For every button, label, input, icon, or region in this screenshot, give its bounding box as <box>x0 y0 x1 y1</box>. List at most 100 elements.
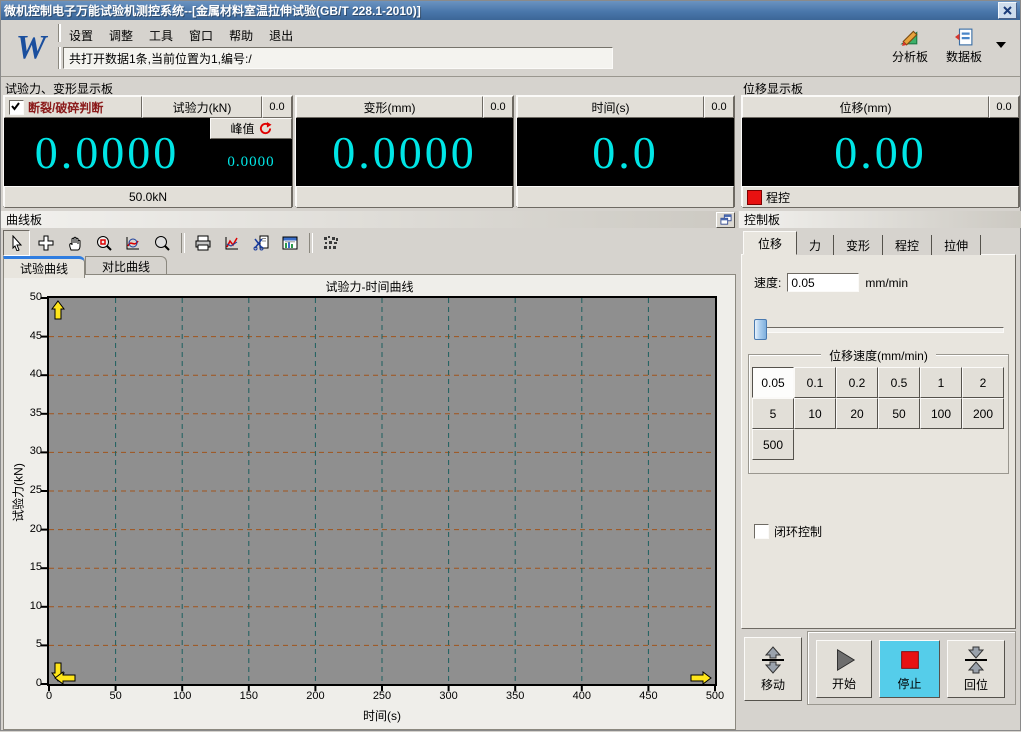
plot-area[interactable] <box>41 296 717 691</box>
return-arrows-icon <box>965 646 987 673</box>
menu-exit[interactable]: 退出 <box>263 25 299 43</box>
speed-preset-button[interactable]: 10 <box>794 398 836 429</box>
data-board-label: 数据板 <box>945 50 982 64</box>
speed-slider-thumb[interactable] <box>754 319 767 340</box>
menu-bar: 设置 调整 工具 窗口 帮助 退出 <box>63 25 299 43</box>
speed-input[interactable] <box>787 273 860 292</box>
tab-force[interactable]: 力 <box>797 235 835 255</box>
menu-help[interactable]: 帮助 <box>223 25 259 43</box>
force-value-display: 0.0000 <box>4 118 210 186</box>
closed-loop-label: 闭环控制 <box>774 525 823 539</box>
move-label: 移动 <box>760 677 785 692</box>
deform-mini-value: 0.0 <box>483 96 513 118</box>
return-button[interactable]: 回位 <box>947 640 1005 698</box>
move-updown-icon <box>762 645 784 674</box>
cursor-tool-button[interactable] <box>3 230 30 256</box>
speed-preset-button[interactable]: 0.05 <box>752 367 794 398</box>
speed-preset-button[interactable]: 0.1 <box>794 367 836 398</box>
separator <box>58 47 61 69</box>
plot-gridlines <box>41 297 716 691</box>
app-window: 微机控制电子万能试验机测控系统--[金属材料室温拉伸试验(GB/T 228.1-… <box>0 0 1021 731</box>
top-toolbar: W 设置 调整 工具 窗口 帮助 退出 共打开数据1条,当前位置为1,编号:/ … <box>1 20 1020 77</box>
force-range-label: 50.0kN <box>4 186 292 208</box>
tab-test-curve[interactable]: 试验曲线 <box>3 256 86 278</box>
menu-tools[interactable]: 工具 <box>143 25 179 43</box>
curve-inspect-tool-button[interactable] <box>119 230 146 256</box>
break-detect-checkbox[interactable] <box>9 99 24 115</box>
menu-settings[interactable]: 设置 <box>63 25 99 43</box>
curve-inspect-icon <box>126 237 139 250</box>
analysis-board-button[interactable]: 分析板 <box>888 28 932 65</box>
x-tick-label: 450 <box>639 690 658 702</box>
speed-preset-button[interactable]: 50 <box>878 398 920 429</box>
stop-label: 停止 <box>897 676 922 691</box>
chart-area: 试验力-时间曲线 试验力(kN) 时间(s) 0 5 10 15 20 25 30 35 40 4… <box>3 274 736 730</box>
disp-channel-button[interactable]: 位移(mm) <box>742 96 989 118</box>
speed-slider-track[interactable] <box>754 327 1004 333</box>
window-title: 微机控制电子万能试验机测控系统--[金属材料室温拉伸试验(GB/T 228.1-… <box>4 4 421 18</box>
curve-settings-button[interactable] <box>218 230 245 256</box>
force-channel-button[interactable]: 试验力(kN) <box>142 96 262 118</box>
close-button[interactable] <box>998 2 1017 19</box>
program-control-indicator-icon <box>747 189 762 205</box>
tab-displacement[interactable]: 位移 <box>743 231 798 255</box>
crosshair-icon <box>38 235 53 251</box>
print-button[interactable] <box>189 230 216 256</box>
closed-loop-checkbox[interactable] <box>754 524 769 539</box>
curve-tab-bar: 试验曲线 对比曲线 <box>3 256 168 278</box>
speed-row: 速度: mm/min <box>754 273 908 292</box>
x-tick-label: 100 <box>173 690 192 702</box>
speed-preset-button[interactable]: 0.5 <box>878 367 920 398</box>
speed-preset-button[interactable]: 100 <box>920 398 962 429</box>
crosshair-tool-button[interactable] <box>32 230 59 256</box>
menu-window[interactable]: 窗口 <box>183 25 219 43</box>
speed-preset-button[interactable]: 5 <box>752 398 794 429</box>
data-board-button[interactable]: 数据板 <box>942 28 986 65</box>
time-mini-value: 0.0 <box>704 96 734 118</box>
zoom-box-tool-button[interactable] <box>90 230 117 256</box>
y-tick-label: 35 <box>29 406 42 419</box>
topbar-right: 分析板 数据板 <box>888 28 1006 65</box>
peak-reset-button[interactable]: 峰值 <box>210 118 292 139</box>
snip-data-button[interactable] <box>247 230 274 256</box>
control-tab-bar: 位移 力 变形 程控 拉伸 <box>743 231 982 255</box>
tab-program[interactable]: 程控 <box>883 235 933 255</box>
y-tick-label: 30 <box>29 445 42 458</box>
move-button[interactable]: 移动 <box>744 637 802 701</box>
time-channel-button[interactable]: 时间(s) <box>517 96 704 118</box>
separator <box>309 233 313 253</box>
speed-unit-label: mm/min <box>865 275 909 290</box>
displacement-section: 位移显示板 位移(mm) 0.0 0.00 程控 <box>739 78 1021 210</box>
closed-loop-row[interactable]: 闭环控制 <box>754 523 822 540</box>
magnifier-tool-button[interactable] <box>148 230 175 256</box>
report-view-button[interactable] <box>276 230 303 256</box>
speed-preset-button[interactable]: 200 <box>962 398 1004 429</box>
y-tick-label: 5 <box>35 638 42 651</box>
tab-compare-curve[interactable]: 对比曲线 <box>85 256 168 275</box>
deform-footer <box>296 186 513 208</box>
control-header: 控制板 <box>739 211 1021 228</box>
menu-adjust[interactable]: 调整 <box>103 25 139 43</box>
speed-preset-button[interactable]: 500 <box>752 429 794 460</box>
force-display-section: 试验力、变形显示板 断裂/破碎判断 试验力(kN) 0.0 0.0000 峰值 … <box>1 78 738 210</box>
deform-channel-button[interactable]: 变形(mm) <box>296 96 483 118</box>
start-button[interactable]: 开始 <box>816 640 872 698</box>
speed-preset-button[interactable]: 2 <box>962 367 1004 398</box>
magnifier-icon <box>154 236 170 251</box>
restore-window-button[interactable] <box>716 211 735 228</box>
chart-xlabel: 时间(s) <box>363 709 401 723</box>
speed-preset-button[interactable]: 0.2 <box>836 367 878 398</box>
zoom-box-icon <box>96 236 112 251</box>
force-panel: 断裂/破碎判断 试验力(kN) 0.0 0.0000 峰值 0.0000 50.… <box>3 95 293 208</box>
code-stamp-button[interactable] <box>317 230 344 256</box>
data-status-bar: 共打开数据1条,当前位置为1,编号:/ <box>63 47 613 69</box>
speed-preset-button[interactable]: 20 <box>836 398 878 429</box>
dropdown-arrow-icon[interactable] <box>996 42 1006 48</box>
stop-button[interactable]: 停止 <box>879 640 940 698</box>
refresh-icon <box>259 122 272 135</box>
break-detect-checkbox-row[interactable]: 断裂/破碎判断 <box>4 96 142 118</box>
tab-deform[interactable]: 变形 <box>834 235 884 255</box>
pan-tool-button[interactable] <box>61 230 88 256</box>
speed-preset-button[interactable]: 1 <box>920 367 962 398</box>
tab-tensile[interactable]: 拉伸 <box>932 235 982 255</box>
